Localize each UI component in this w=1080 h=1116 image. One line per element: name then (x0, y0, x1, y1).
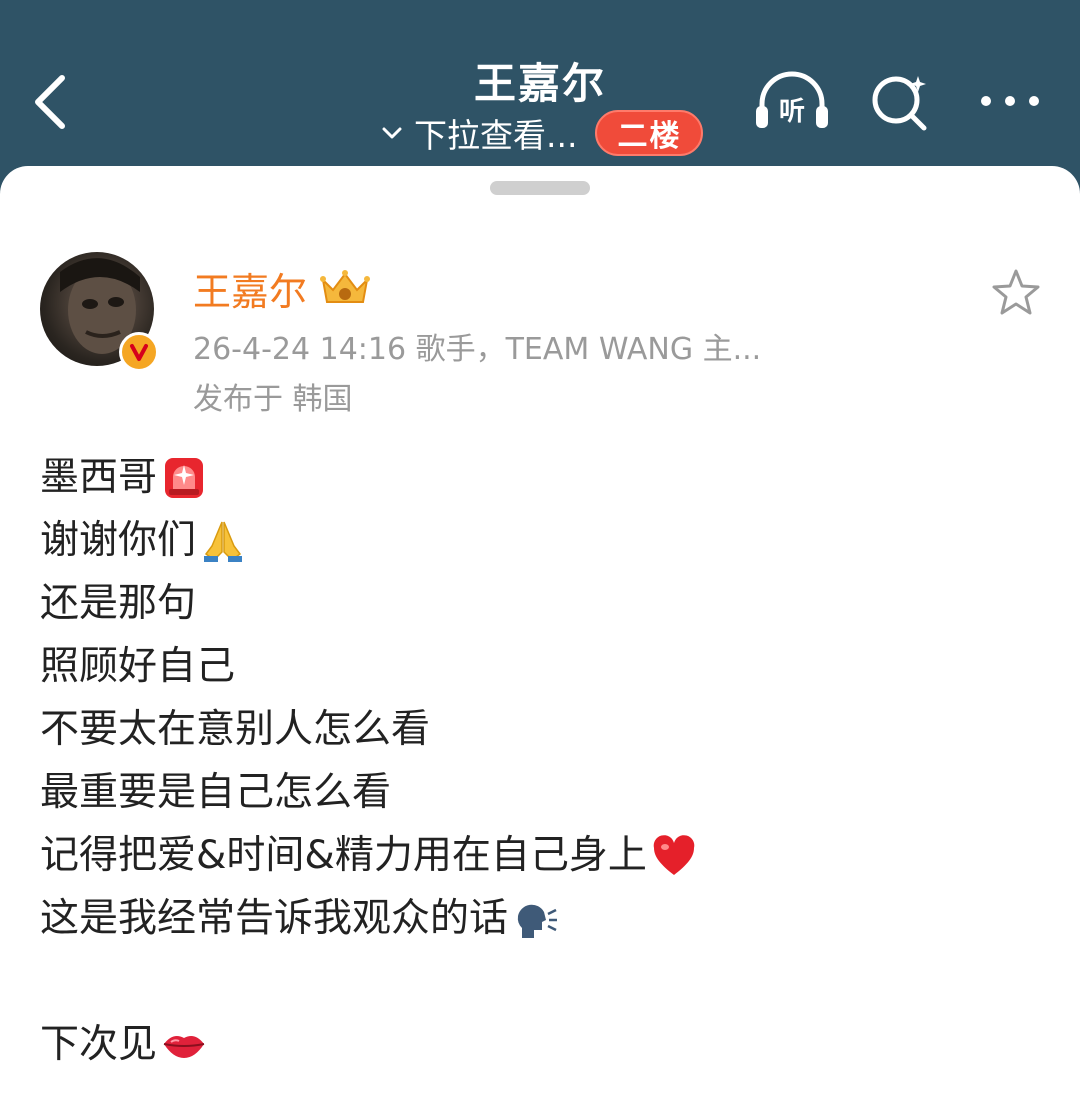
post-line: 还是那句 (40, 572, 1040, 635)
star-icon (992, 269, 1040, 315)
post-line: 墨西哥 (40, 446, 1040, 509)
post-line-text: 照顾好自己 (40, 644, 236, 689)
headphones-icon: 听 (756, 71, 828, 128)
post-line: 谢谢你们 (40, 509, 1040, 572)
post-line-text: 下次见 (40, 1022, 158, 1067)
post-line: 记得把爱&时间&精力用在自己身上 (40, 824, 1040, 887)
author-row: 王嘉尔 (193, 262, 371, 314)
post-line: 照顾好自己 (40, 635, 1040, 698)
more-icon (981, 96, 1039, 106)
more-button[interactable] (978, 90, 1042, 112)
verified-icon (130, 344, 148, 361)
post-line: 不要太在意别人怎么看 (40, 698, 1040, 761)
kiss-lips-emoji (163, 1035, 205, 1058)
search-icon (872, 76, 927, 131)
post-line: 这是我经常告诉我观众的话 (40, 887, 1040, 950)
post-line-text: 不要太在意别人怎么看 (40, 707, 431, 752)
post-line-text: 还是那句 (40, 581, 197, 626)
pray-emoji (204, 521, 243, 562)
second-floor-badge[interactable]: 二楼 (595, 110, 704, 156)
post-line: 最重要是自己怎么看 (40, 761, 1040, 824)
pull-down-label: 下拉查看... (414, 116, 578, 155)
top-nav-bar: 王嘉尔 下拉查看... 二楼 听 (0, 0, 1080, 175)
post-line: 下次见 (40, 1013, 1040, 1076)
post-card: 王嘉尔 26-4-24 14:16 歌手，TEAM WANG 主... 发布于 … (0, 166, 1080, 1116)
post-body: 墨西哥 谢谢你们 还是那句 照顾好自己 不要太在意别人怎么看 最重要是自己怎么看… (40, 446, 1040, 1076)
search-button[interactable] (866, 70, 932, 134)
red-heart-emoji (653, 834, 695, 875)
drag-handle[interactable] (490, 181, 590, 195)
post-line-text: 最重要是自己怎么看 (40, 770, 392, 815)
post-line-text: 这是我经常告诉我观众的话 (40, 896, 509, 941)
post-line-text: 记得把爱&时间&精力用在自己身上 (40, 833, 647, 878)
author-name[interactable]: 王嘉尔 (193, 261, 307, 316)
listen-label: 听 (779, 97, 805, 127)
listen-button[interactable]: 听 (752, 70, 832, 132)
post-location: 发布于 韩国 (193, 382, 353, 417)
chevron-down-icon (382, 127, 402, 139)
verified-badge (119, 332, 159, 372)
post-line (40, 950, 1040, 1013)
pull-down-hint[interactable]: 下拉查看... 二楼 (378, 108, 704, 158)
favorite-button[interactable] (990, 266, 1042, 318)
post-meta: 26-4-24 14:16 歌手，TEAM WANG 主... (193, 332, 762, 367)
post-line-text: 墨西哥 (40, 455, 158, 500)
post-line-text: 谢谢你们 (40, 518, 197, 563)
siren-emoji (165, 457, 204, 498)
crown-icon[interactable] (319, 268, 371, 308)
speaking-head-emoji (517, 904, 558, 938)
